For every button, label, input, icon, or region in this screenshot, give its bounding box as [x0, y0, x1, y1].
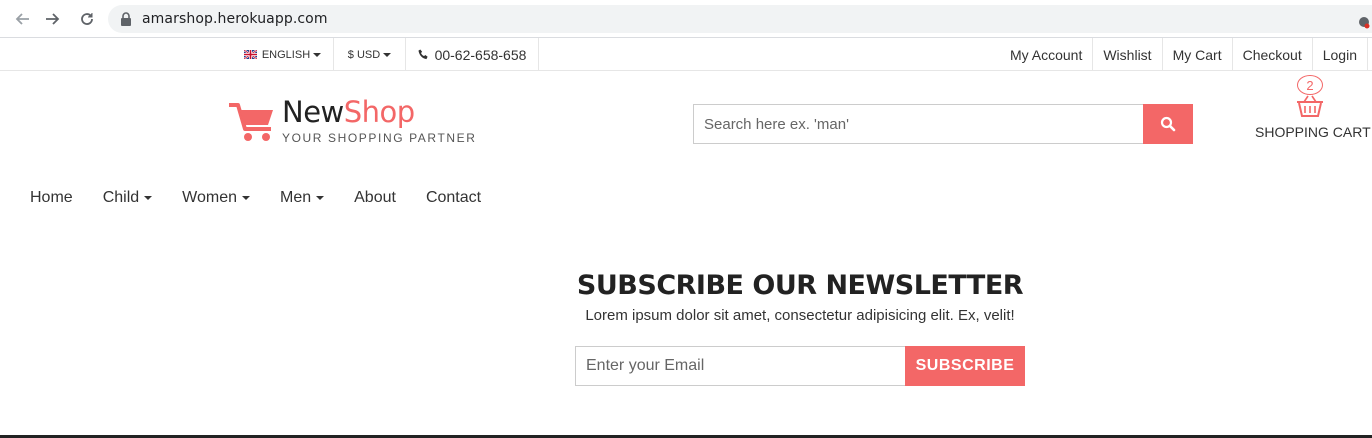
currency-label: $ USD [347, 48, 381, 61]
subscribe-button[interactable]: SUBSCRIBE [905, 346, 1025, 386]
reload-icon[interactable] [76, 8, 98, 30]
search-input[interactable] [693, 104, 1144, 144]
search-icon [1160, 116, 1176, 132]
wishlist-link[interactable]: Wishlist [1093, 38, 1163, 71]
nav-women[interactable]: Women [182, 186, 250, 210]
chevron-down-icon [242, 196, 250, 200]
basket-icon [1297, 95, 1323, 117]
language-selector[interactable]: ENGLISH [232, 38, 334, 71]
newsletter-email-input[interactable] [575, 346, 906, 386]
cart-count-badge: 2 [1297, 75, 1323, 95]
arrow-back-icon[interactable] [11, 8, 33, 30]
arrow-forward-icon[interactable] [42, 8, 64, 30]
nav-contact-label: Contact [425, 189, 482, 206]
chevron-down-icon [316, 196, 325, 200]
url-text: amarshop.herokuapp.com [142, 11, 328, 27]
nav-men[interactable]: Men [280, 186, 325, 210]
chevron-down-icon [383, 52, 392, 57]
nav-child-label: Child [102, 189, 140, 206]
nav-contact[interactable]: Contact [426, 186, 481, 210]
site-logo[interactable]: NewShop YOUR SHOPPING PARTNER [228, 95, 488, 147]
newsletter-description: Lorem ipsum dolor sit amet, consectetur … [585, 307, 1015, 324]
login-link[interactable]: Login [1313, 38, 1368, 71]
nav-women-label: Women [182, 189, 237, 206]
newsletter-title: SUBSCRIBE OUR NEWSLETTER [576, 270, 1024, 301]
extension-icon[interactable] [1358, 15, 1370, 29]
search-button[interactable] [1143, 104, 1193, 144]
phone-icon [418, 49, 428, 60]
nav-about-label: About [354, 189, 396, 206]
shopping-cart[interactable]: 2 SHOPPING CART [1250, 74, 1372, 144]
nav-men-label: Men [280, 189, 312, 206]
logo-text-shop: Shop [343, 95, 415, 129]
flag-uk-icon [243, 50, 257, 59]
account-links: My Account Wishlist My Cart Checkout Log… [1000, 38, 1368, 71]
nav-home-label: Home [30, 189, 73, 206]
checkout-link[interactable]: Checkout [1233, 38, 1313, 71]
my-account-link[interactable]: My Account [1000, 38, 1094, 71]
top-bar: ENGLISH $ USD 00-62-658-658 My Account W… [0, 38, 1372, 71]
nav-child[interactable]: Child [102, 186, 153, 210]
chevron-down-icon [313, 52, 322, 57]
cart-logo-icon [229, 103, 273, 141]
phone-number: 00-62-658-658 [434, 46, 527, 63]
main-navigation: Home Child Women Men About Contact [30, 186, 511, 210]
nav-home[interactable]: Home [30, 186, 73, 210]
cart-label: SHOPPING CART [1255, 124, 1371, 140]
lock-icon [121, 12, 131, 26]
phone-contact: 00-62-658-658 [406, 38, 539, 71]
chevron-down-icon [144, 196, 153, 200]
nav-about[interactable]: About [354, 186, 396, 210]
address-bar[interactable]: amarshop.herokuapp.com [108, 5, 1372, 33]
logo-text: NewShop [282, 95, 415, 129]
browser-toolbar: amarshop.herokuapp.com [0, 0, 1372, 38]
logo-tagline: YOUR SHOPPING PARTNER [282, 131, 477, 145]
currency-selector[interactable]: $ USD [334, 38, 406, 71]
my-cart-link[interactable]: My Cart [1163, 38, 1233, 71]
language-label: ENGLISH [261, 48, 311, 61]
logo-text-new: New [282, 95, 344, 129]
